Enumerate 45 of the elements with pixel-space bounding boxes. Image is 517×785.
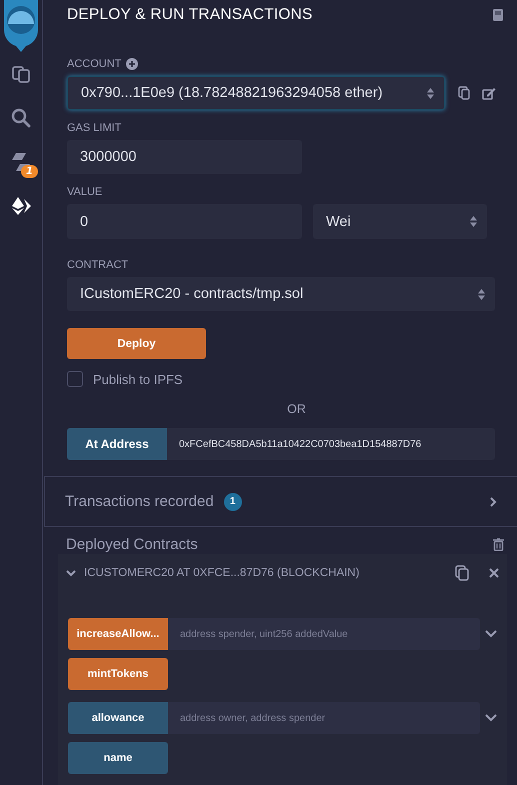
contract-select[interactable]: ICustomERC20 - contracts/tmp.sol — [67, 277, 495, 311]
unit-select[interactable]: Wei — [313, 204, 487, 239]
function-button[interactable]: mintTokens — [68, 658, 168, 690]
sort-arrows-icon — [427, 88, 434, 98]
transactions-recorded-label: Transactions recorded — [65, 493, 214, 510]
chevron-down-icon[interactable] — [485, 630, 497, 638]
book-icon[interactable] — [492, 8, 504, 22]
gas-limit-label: GAS LIMIT — [67, 121, 122, 135]
function-button[interactable]: name — [68, 742, 168, 774]
deploy-button[interactable]: Deploy — [67, 328, 206, 359]
contract-label: CONTRACT — [67, 258, 128, 272]
publish-checkbox[interactable] — [67, 371, 83, 387]
at-address-button[interactable]: At Address — [67, 428, 167, 460]
plus-circle-icon[interactable] — [126, 58, 138, 70]
publish-label: Publish to IPFS — [93, 372, 183, 386]
chevron-down-icon[interactable] — [66, 570, 76, 576]
value-label: VALUE — [67, 185, 102, 199]
address-field[interactable]: 0xFCefBC458DA5b11a10422C0703bea1D154887D76 — [167, 428, 495, 460]
account-select[interactable]: 0x790...1E0e9 (18.78248821963294058 ether) — [67, 76, 445, 110]
copy-icon[interactable] — [455, 565, 469, 581]
function-button[interactable]: allowance — [68, 702, 168, 734]
sort-arrows-icon — [470, 216, 477, 227]
chevron-right-icon[interactable] — [490, 496, 497, 506]
contract-instance-title: ICUSTOMERC20 AT 0XFCE...87D76 (BLOCKCHAIN) — [84, 567, 360, 579]
account-label: ACCOUNT — [67, 57, 122, 71]
function-button[interactable]: increaseAllow... — [68, 618, 168, 650]
panel-title: DEPLOY & RUN TRANSACTIONS — [67, 6, 313, 24]
trash-icon[interactable] — [493, 538, 504, 551]
gas-limit-field[interactable]: 3000000 — [67, 140, 302, 174]
sort-arrows-icon — [478, 288, 485, 300]
copy-icon[interactable] — [458, 86, 470, 100]
close-icon[interactable] — [489, 568, 499, 578]
chevron-down-icon[interactable] — [485, 714, 497, 722]
function-args-field[interactable]: address spender, uint256 addedValue — [168, 618, 480, 650]
count-badge: 1 — [224, 492, 242, 510]
transactions-recorded-header[interactable]: Transactions recorded 1 — [44, 476, 517, 526]
deploy-icon[interactable] — [10, 196, 32, 216]
files-icon[interactable] — [11, 64, 31, 84]
deployed-contracts-title: Deployed Contracts — [66, 536, 198, 553]
notification-badge: 1 — [21, 165, 38, 178]
or-divider-text: OR — [287, 402, 306, 416]
value-field[interactable]: 0 — [67, 204, 302, 239]
function-args-field[interactable]: address owner, address spender — [168, 702, 480, 734]
search-icon[interactable] — [11, 108, 31, 128]
edit-icon[interactable] — [482, 86, 496, 100]
